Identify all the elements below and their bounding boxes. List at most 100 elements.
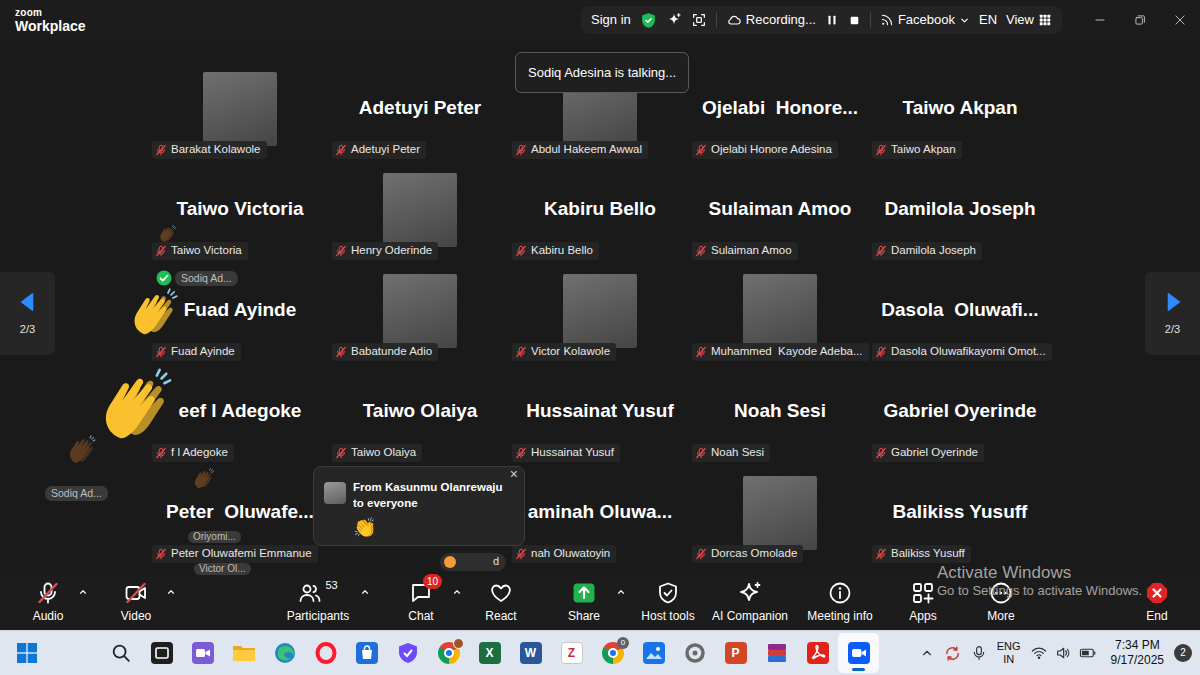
participant-tile[interactable]: Taiwo AkpanTaiwo Akpan: [870, 58, 1050, 159]
options-caret[interactable]: [614, 578, 628, 628]
participant-tile[interactable]: eef l Adegokef l Adegoke: [150, 361, 330, 462]
taskbar-app[interactable]: [633, 633, 674, 673]
close-button[interactable]: [1160, 0, 1200, 40]
taskbar-app[interactable]: [264, 633, 305, 673]
participant-tile[interactable]: Babatunde Adio: [330, 260, 510, 361]
muted-mic-icon: [875, 346, 887, 358]
button-icon-row: [828, 581, 852, 605]
taskbar-app[interactable]: [141, 633, 182, 673]
input-language[interactable]: ENGIN: [997, 640, 1021, 666]
pause-icon[interactable]: [825, 13, 839, 27]
taskbar-app[interactable]: [756, 633, 797, 673]
chevron-up-icon[interactable]: [920, 646, 934, 660]
taskbar-app[interactable]: [428, 633, 469, 673]
minimize-button[interactable]: [1080, 0, 1120, 40]
taskbar-app[interactable]: [674, 633, 715, 673]
name-label: Kabiru Bello: [512, 242, 599, 260]
notification-badge[interactable]: 2: [1174, 644, 1192, 662]
display-name: Sulaiman Amoo: [709, 198, 852, 221]
taskbar-app[interactable]: [305, 633, 346, 673]
ai-sparkle-icon[interactable]: [666, 12, 682, 28]
name-label: Abdul Hakeem Awwal: [512, 141, 648, 159]
participant-tile[interactable]: Peter Oluwafe...Peter Oluwafemi Emmanue: [150, 462, 330, 563]
more-button[interactable]: More: [968, 578, 1034, 628]
taskbar-app[interactable]: [223, 633, 264, 673]
participant-name: Hussainat Yusuf: [531, 446, 614, 460]
participant-tile[interactable]: Sulaiman AmooSulaiman Amoo: [690, 159, 870, 260]
participant-name: Babatunde Adio: [351, 345, 432, 359]
sync-icon[interactable]: [944, 645, 961, 662]
microphone-icon[interactable]: [971, 645, 987, 661]
quick-settings[interactable]: [1031, 644, 1097, 662]
participant-tile[interactable]: Kabiru BelloKabiru Bello: [510, 159, 690, 260]
options-caret[interactable]: [358, 578, 372, 628]
taskbar-app[interactable]: W: [510, 633, 551, 673]
participant-tile[interactable]: Adetuyi PeterAdetuyi Peter: [330, 58, 510, 159]
participant-tile[interactable]: Ojelabi Honore...Ojelabi Honore Adesina: [690, 58, 870, 159]
taskbar-app[interactable]: [387, 633, 428, 673]
options-caret[interactable]: [76, 578, 90, 628]
participants-button[interactable]: 53Participants: [278, 578, 358, 628]
reactor-name: Victor Ol...: [194, 563, 251, 575]
chat-button[interactable]: 10Chat: [392, 578, 450, 628]
windows-start-icon[interactable]: [17, 643, 37, 663]
participant-tile[interactable]: Taiwo VictoriaTaiwo Victoria: [150, 159, 330, 260]
share-button[interactable]: Share: [554, 578, 614, 628]
options-caret[interactable]: [450, 578, 464, 628]
encryption-shield-icon[interactable]: [640, 12, 657, 29]
participant-tile[interactable]: Taiwo OlaiyaTaiwo Olaiya: [330, 361, 510, 462]
taskbar-app[interactable]: [797, 633, 838, 673]
host-button[interactable]: Host tools: [634, 578, 702, 628]
taskbar-app[interactable]: [838, 633, 879, 673]
participant-tile[interactable]: aminah Oluwa...nah Oluwatoyin: [510, 462, 690, 563]
participant-tile[interactable]: Noah SesiNoah Sesi: [690, 361, 870, 462]
video-off-icon: [124, 581, 148, 605]
muted-mic-icon: [875, 447, 887, 459]
taskbar-app[interactable]: [100, 633, 141, 673]
participant-tile[interactable]: Dasola Oluwafi...Dasola Oluwafikayomi Om…: [870, 260, 1050, 361]
stop-icon[interactable]: [848, 14, 861, 27]
participant-tile[interactable]: Balikiss YusuffBalikiss Yusuff: [870, 462, 1050, 563]
options-caret[interactable]: [164, 578, 178, 628]
participant-tile[interactable]: Gabriel OyerindeGabriel Oyerinde: [870, 361, 1050, 462]
page-prev-button[interactable]: 2/3: [0, 272, 55, 355]
notice-text: d: [493, 555, 499, 568]
view-button[interactable]: View: [1006, 12, 1052, 28]
muted-mic-icon: [695, 245, 707, 257]
sign-in-button[interactable]: Sign in: [591, 12, 631, 28]
end-button[interactable]: End: [1132, 578, 1182, 628]
participant-name: nah Oluwatoyin: [531, 547, 610, 561]
video-frame: [743, 476, 817, 550]
clock[interactable]: 7:34 PM9/17/2025: [1111, 638, 1164, 668]
name-label: Noah Sesi: [692, 444, 770, 462]
taskbar-app[interactable]: [182, 633, 223, 673]
focus-frame-icon[interactable]: [691, 12, 707, 28]
ai-button[interactable]: AI Companion: [706, 578, 794, 628]
taskbar-app[interactable]: X: [469, 633, 510, 673]
language-button[interactable]: EN: [979, 12, 997, 28]
participant-tile[interactable]: Damilola JosephDamilola Joseph: [870, 159, 1050, 260]
participant-tile[interactable]: Barakat Kolawole: [150, 58, 330, 159]
participant-tile[interactable]: Muhammed Kayode Adeba...: [690, 260, 870, 361]
close-button[interactable]: ×: [510, 468, 518, 481]
livestream-button[interactable]: Facebook: [880, 12, 970, 28]
participant-tile[interactable]: Dorcas Omolade: [690, 462, 870, 563]
restore-button[interactable]: [1120, 0, 1160, 40]
participant-tile[interactable]: Hussainat YusufHussainat Yusuf: [510, 361, 690, 462]
audio-button[interactable]: Audio: [20, 578, 76, 628]
taskbar-app[interactable]: P: [715, 633, 756, 673]
video-button[interactable]: Video: [108, 578, 164, 628]
participant-tile[interactable]: Henry Oderinde: [330, 159, 510, 260]
participant-tile[interactable]: Victor Kolawole: [510, 260, 690, 361]
info-button[interactable]: Meeting info: [798, 578, 882, 628]
name-label: Dorcas Omolade: [692, 545, 803, 563]
avatar-dot-icon: [444, 556, 456, 568]
taskbar-app[interactable]: Z: [551, 633, 592, 673]
name-label: Barakat Kolawole: [152, 141, 267, 159]
apps-button[interactable]: Apps: [894, 578, 952, 628]
chat-notification[interactable]: ×From Kasunmu Olanrewajuto everyone👏: [313, 466, 525, 546]
taskbar-app[interactable]: [346, 633, 387, 673]
react-button[interactable]: React: [470, 578, 532, 628]
page-next-button[interactable]: 2/3: [1145, 272, 1200, 355]
taskbar-app[interactable]: 0: [592, 633, 633, 673]
